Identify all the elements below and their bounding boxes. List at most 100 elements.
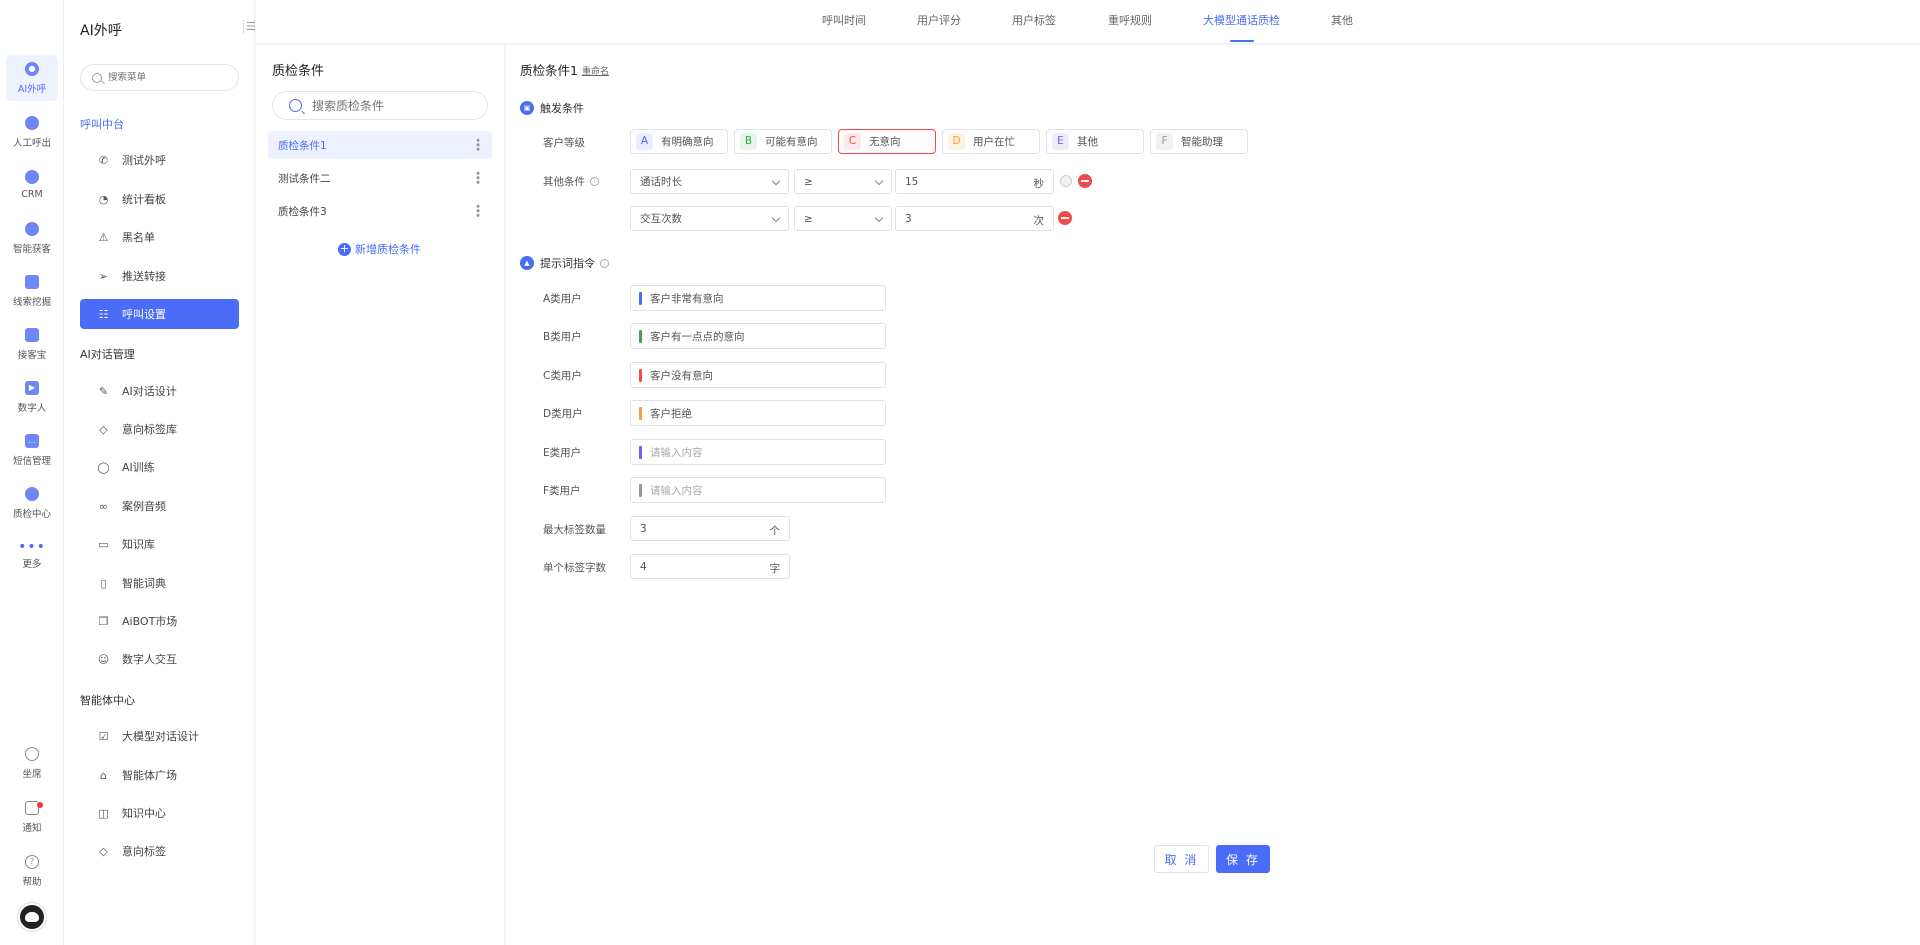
condition-item-label: 质检条件3 xyxy=(278,205,327,218)
level-chip-c[interactable]: C 无意向 xyxy=(838,129,936,154)
rail-item-crm[interactable]: CRM xyxy=(6,162,58,208)
tab-other[interactable]: 其他 xyxy=(1331,0,1353,44)
menu-search-input[interactable] xyxy=(108,72,228,83)
prompt-input[interactable]: 客户非常有意向 xyxy=(630,285,886,311)
remove-rule-icon[interactable] xyxy=(1078,174,1092,188)
avatar[interactable] xyxy=(18,903,46,931)
menu-item-ai-training[interactable]: ◯ AI训练 xyxy=(80,452,239,482)
menu-item-label: 知识中心 xyxy=(122,807,166,820)
settings-tab-bar: 呼叫时间 用户评分 用户标签 重呼规则 大模型通话质检 其他 xyxy=(256,0,1920,44)
menu-item-test-call[interactable]: ✆ 测试外呼 xyxy=(80,145,239,175)
rail-item-ai-call[interactable]: ● AI外呼 xyxy=(6,55,58,101)
menu-item-case-audio[interactable]: ∞ 案例音频 xyxy=(80,491,239,521)
menu-item-digital-human-interaction[interactable]: ☺ 数字人交互 xyxy=(80,644,239,674)
tab-user-tags[interactable]: 用户标签 xyxy=(1012,0,1056,44)
menu-item-intent-label[interactable]: ◇ 意向标签 xyxy=(80,836,239,866)
rename-link[interactable]: 重命名 xyxy=(582,64,609,77)
more-vertical-icon[interactable]: ••• xyxy=(471,170,484,183)
menu-item-dashboard[interactable]: ◔ 统计看板 xyxy=(80,184,239,214)
prompt-input[interactable]: 客户拒绝 xyxy=(630,400,886,426)
warning-icon: ⚠ xyxy=(98,230,109,244)
rule-value-input[interactable]: 15 秒 xyxy=(895,169,1054,194)
trigger-section-title: ▣ 触发条件 xyxy=(520,100,584,116)
chevron-down-icon xyxy=(771,213,781,223)
rail-item-sms[interactable]: … 短信管理 xyxy=(6,427,58,473)
rule-value-input[interactable]: 3 次 xyxy=(895,206,1054,231)
condition-item[interactable]: 质检条件3 ••• xyxy=(268,197,492,225)
rail-item-more[interactable]: ••• 更多 xyxy=(6,533,58,579)
menu-item-push-transfer[interactable]: ➢ 推送转接 xyxy=(80,261,239,291)
menu-item-knowledge-base[interactable]: ▭ 知识库 xyxy=(80,529,239,559)
prompt-input[interactable]: 客户没有意向 xyxy=(630,362,886,388)
color-bar xyxy=(639,292,642,305)
menu-search[interactable] xyxy=(80,64,239,91)
tag-icon: ◇ xyxy=(99,422,108,436)
send-icon: ➢ xyxy=(98,269,109,283)
add-rule-icon[interactable] xyxy=(1060,175,1072,187)
rail-item-smart-acquisition[interactable]: 智能获客 xyxy=(6,215,58,261)
rail-item-manual-call[interactable]: 人工呼出 xyxy=(6,109,58,155)
max-tags-input[interactable]: 3 个 xyxy=(630,516,790,541)
rail-item-headset[interactable]: 坐席 xyxy=(6,740,58,786)
rail-item-label: 智能获客 xyxy=(12,243,51,255)
rail-item-quality-center[interactable]: 质检中心 xyxy=(6,480,58,526)
rail-item-help[interactable]: ? 帮助 xyxy=(6,848,58,894)
tab-redial-rules[interactable]: 重呼规则 xyxy=(1108,0,1152,44)
open-book-icon: ◫ xyxy=(98,806,109,820)
menu-item-intent-tags[interactable]: ◇ 意向标签库 xyxy=(80,414,239,444)
menu-item-ai-dialog-design[interactable]: ✎ AI对话设计 xyxy=(80,376,239,406)
collapse-menu-icon[interactable]: ☰ xyxy=(243,20,256,34)
rule-operator-select[interactable]: ≥ xyxy=(794,169,892,194)
level-chip-d[interactable]: D 用户在忙 xyxy=(942,129,1040,154)
rule-operator-select[interactable]: ≥ xyxy=(794,206,892,231)
rail-item-digital-human[interactable]: ▶ 数字人 xyxy=(6,374,58,420)
tag-length-input[interactable]: 4 字 xyxy=(630,554,790,579)
menu-item-label: 智能体广场 xyxy=(122,769,177,782)
rail-item-label: AI外呼 xyxy=(17,83,47,95)
prompt-input[interactable]: 请输入内容 xyxy=(630,439,886,465)
cancel-button[interactable]: 取 消 xyxy=(1154,845,1209,873)
add-condition-button[interactable]: + 新增质检条件 xyxy=(338,241,421,257)
tab-user-score[interactable]: 用户评分 xyxy=(917,0,961,44)
condition-search-input[interactable] xyxy=(312,98,472,113)
menu-item-llm-dialog-design[interactable]: ☑ 大模型对话设计 xyxy=(80,721,239,751)
menu-item-agent-plaza[interactable]: ⌂ 智能体广场 xyxy=(80,760,239,790)
condition-item[interactable]: 测试条件二 ••• xyxy=(268,164,492,192)
rail-item-reception[interactable]: 接客宝 xyxy=(6,321,58,367)
level-chip-e[interactable]: E 其他 xyxy=(1046,129,1144,154)
rail-item-notify[interactable]: 通知 xyxy=(6,794,58,840)
menu-item-label: 意向标签库 xyxy=(122,423,177,436)
condition-search[interactable] xyxy=(272,91,488,120)
rule-value: 3 xyxy=(905,212,912,225)
rail-item-lead-mining[interactable]: 线索挖掘 xyxy=(6,268,58,314)
menu-item-call-settings[interactable]: ☷ 呼叫设置 xyxy=(80,299,239,329)
menu-item-label: 意向标签 xyxy=(122,845,166,858)
search-icon xyxy=(92,72,102,83)
save-button[interactable]: 保 存 xyxy=(1216,845,1270,873)
level-chip-a[interactable]: A 有明确意向 xyxy=(630,129,728,154)
more-vertical-icon[interactable]: ••• xyxy=(471,137,484,150)
max-tags-unit: 个 xyxy=(769,525,781,537)
condition-item[interactable]: 质检条件1 ••• xyxy=(268,131,492,159)
remove-rule-icon[interactable] xyxy=(1058,211,1072,225)
tag-length-unit: 字 xyxy=(769,563,781,575)
headset-icon xyxy=(25,746,39,761)
rule-field-select[interactable]: 通话时长 xyxy=(630,169,789,194)
tab-llm-call-qc[interactable]: 大模型通话质检 xyxy=(1203,0,1280,44)
level-chip-f[interactable]: F 智能助理 xyxy=(1150,129,1248,154)
rail-item-label: 帮助 xyxy=(22,876,42,888)
more-vertical-icon[interactable]: ••• xyxy=(471,203,484,216)
level-letter: A xyxy=(636,133,653,150)
menu-item-blacklist[interactable]: ⚠ 黑名单 xyxy=(80,222,239,252)
tab-call-time[interactable]: 呼叫时间 xyxy=(822,0,866,44)
level-chip-b[interactable]: B 可能有意向 xyxy=(734,129,832,154)
menu-item-knowledge-center[interactable]: ◫ 知识中心 xyxy=(80,798,239,828)
prompt-input[interactable]: 请输入内容 xyxy=(630,477,886,503)
menu-item-label: 推送转接 xyxy=(122,270,166,283)
menu-item-label: 知识库 xyxy=(122,538,155,551)
menu-item-smart-dictionary[interactable]: ▯ 智能词典 xyxy=(80,568,239,598)
menu-item-aibot-market[interactable]: ❐ AiBOT市场 xyxy=(80,606,239,636)
chart-box-icon: ☑ xyxy=(98,729,109,743)
rule-field-select[interactable]: 交互次数 xyxy=(630,206,789,231)
prompt-input[interactable]: 客户有一点点的意向 xyxy=(630,323,886,349)
